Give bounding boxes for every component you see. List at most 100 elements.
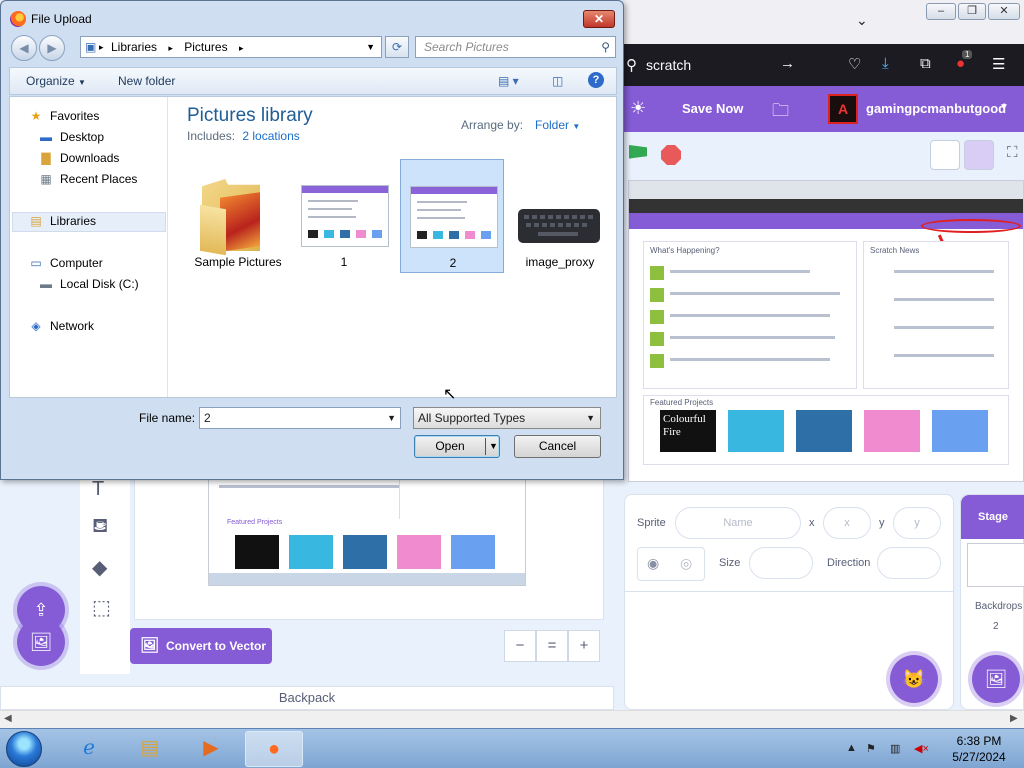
save-now-button[interactable]: Save Now xyxy=(682,101,743,116)
zoom-in-button[interactable]: + xyxy=(568,630,600,662)
extensions-icon[interactable]: ⧉ xyxy=(920,55,931,72)
refresh-button[interactable]: ⟳ xyxy=(385,36,409,58)
horizontal-scrollbar[interactable]: ◀ ▶ xyxy=(0,710,1024,728)
thumb-card xyxy=(481,231,491,239)
nav-favorites[interactable]: ★ Favorites xyxy=(28,109,100,123)
arrange-by-dropdown[interactable]: Folder ▼ xyxy=(535,118,580,132)
nav-network[interactable]: ◈ Network xyxy=(28,319,94,333)
y-field[interactable]: y xyxy=(893,507,941,539)
thumb-title-line: Fire xyxy=(663,426,681,438)
start-button[interactable] xyxy=(6,731,42,767)
help-icon[interactable]: ? xyxy=(588,72,604,88)
scroll-right-icon[interactable]: ▶ xyxy=(1010,713,1018,724)
go-arrow-icon[interactable]: → xyxy=(780,55,795,72)
username[interactable]: gamingpcmanbutgood xyxy=(866,101,1006,116)
open-button[interactable]: Open ▼ xyxy=(414,435,500,458)
sprite-name-field[interactable]: Name xyxy=(675,507,801,539)
internet-explorer-icon[interactable]: ℯ xyxy=(60,731,118,767)
large-stage-button[interactable] xyxy=(964,140,994,170)
clock[interactable]: 6:38 PM 5/27/2024 xyxy=(944,733,1014,765)
file-item-image-proxy[interactable]: image_proxy xyxy=(508,159,612,273)
hide-eye-icon[interactable]: ◎ xyxy=(680,555,692,572)
file-name-input[interactable]: 2 ▼ xyxy=(199,407,401,429)
breadcrumb-pictures[interactable]: Pictures xyxy=(184,40,227,54)
account-caret-icon[interactable]: ▼ xyxy=(999,102,1009,113)
nav-computer[interactable]: ▭ Computer xyxy=(28,256,102,270)
forward-button[interactable]: ▶ xyxy=(39,35,65,61)
open-dropdown-icon[interactable]: ▼ xyxy=(489,436,498,457)
choose-costume-button[interactable]: 🖼 xyxy=(17,618,65,666)
stop-icon[interactable] xyxy=(661,145,681,165)
file-type-select[interactable]: All Supported Types ▼ xyxy=(413,407,601,429)
flag-icon[interactable]: ⚑ xyxy=(866,742,876,755)
address-bar[interactable]: ▣ ▸ Libraries ▸ Pictures ▸ ▼ xyxy=(80,36,382,58)
window-close-button[interactable]: ✕ xyxy=(988,3,1020,20)
my-stuff-folder-icon[interactable]: 🗀 xyxy=(772,98,789,127)
avatar[interactable] xyxy=(828,94,858,124)
show-eye-icon[interactable]: ◉ xyxy=(647,555,659,572)
stage-tab[interactable]: Stage xyxy=(961,495,1024,539)
convert-to-vector-button[interactable]: 🖼 Convert to Vector xyxy=(130,628,272,664)
volume-muted-icon[interactable]: ◀× xyxy=(914,742,929,755)
network-icon: ◈ xyxy=(31,319,41,333)
dialog-close-button[interactable]: ✕ xyxy=(583,10,615,28)
show-hidden-icons[interactable]: ▲ xyxy=(846,742,857,754)
minimize-button[interactable]: – xyxy=(926,3,956,20)
url-bar[interactable]: ⚲ scratch → ♡ ⤓ ⧉ ● 1 ☰ xyxy=(624,44,1024,86)
pocket-icon[interactable]: ♡ xyxy=(848,55,861,73)
select-tool-icon[interactable]: ⬚ xyxy=(92,595,111,620)
nav-local-disk[interactable]: ▬ Local Disk (C:) xyxy=(38,277,139,291)
file-item-sample-pictures[interactable]: Sample Pictures xyxy=(186,159,290,273)
browser-tab-strip: ⌄ – ❐ ✕ xyxy=(624,0,1024,44)
includes-locations-link[interactable]: 2 locations xyxy=(242,129,299,143)
stage-canvas[interactable]: What's Happening? Scratch News Featured … xyxy=(628,180,1024,482)
file-explorer-icon[interactable]: ▤ xyxy=(121,731,179,767)
nav-desktop[interactable]: ▬ Desktop xyxy=(38,130,104,144)
chevron-down-icon[interactable]: ▼ xyxy=(387,408,396,428)
nav-recent-places[interactable]: ▦ Recent Places xyxy=(38,172,137,186)
choose-sprite-button[interactable]: 😺 xyxy=(890,655,938,703)
nav-libraries[interactable]: ▤ Libraries xyxy=(28,214,96,228)
media-player-icon[interactable]: ▶ xyxy=(182,731,240,767)
menu-icon[interactable]: ☰ xyxy=(992,55,1005,73)
stage-shot-navbar xyxy=(629,199,1023,213)
address-dropdown-icon[interactable]: ▼ xyxy=(366,37,375,57)
direction-field[interactable] xyxy=(877,547,941,579)
lightbulb-icon[interactable]: ☀ xyxy=(630,98,646,119)
maximize-button[interactable]: ❐ xyxy=(958,3,986,20)
eraser-tool-icon[interactable]: ◆ xyxy=(92,555,107,580)
x-field[interactable]: x xyxy=(823,507,871,539)
breadcrumb-libraries[interactable]: Libraries xyxy=(111,40,157,54)
downloads-icon[interactable]: ⤓ xyxy=(882,55,889,72)
backpack-bar[interactable]: Backpack xyxy=(0,686,614,710)
fill-tool-icon[interactable]: ⛾ xyxy=(92,515,108,540)
back-button[interactable]: ◀ xyxy=(11,35,37,61)
view-options-icon[interactable]: ▤ ▾ xyxy=(498,74,519,88)
green-flag-icon[interactable] xyxy=(629,145,647,159)
cancel-button[interactable]: Cancel xyxy=(514,435,601,458)
scratch-menu-bar: ☀ Save Now 🗀 gamingpcmanbutgood ▼ xyxy=(624,86,1024,132)
small-stage-button[interactable] xyxy=(930,140,960,170)
size-field[interactable] xyxy=(749,547,813,579)
url-text[interactable]: scratch xyxy=(646,57,691,73)
text-tool-icon[interactable]: T xyxy=(92,478,104,501)
stage-shot-tabs xyxy=(629,181,1023,199)
preview-pane-icon[interactable]: ◫ xyxy=(552,74,563,88)
clock-date: 5/27/2024 xyxy=(952,750,1006,764)
firefox-taskbar-icon[interactable]: ● xyxy=(245,731,303,767)
search-input[interactable]: Search Pictures ⚲ xyxy=(415,36,616,58)
organize-menu[interactable]: Organize ▼ xyxy=(26,74,86,88)
canvas-thumb xyxy=(343,535,387,569)
scroll-left-icon[interactable]: ◀ xyxy=(4,713,12,724)
new-folder-button[interactable]: New folder xyxy=(118,74,175,88)
file-item-2[interactable]: 2 xyxy=(400,159,504,273)
fullscreen-icon[interactable]: ⛶ xyxy=(1007,144,1018,161)
file-item-1[interactable]: 1 xyxy=(292,159,396,273)
nav-downloads[interactable]: ▇ Downloads xyxy=(38,151,119,165)
zoom-reset-button[interactable]: = xyxy=(536,630,568,662)
network-tray-icon[interactable]: ▥ xyxy=(890,742,900,755)
choose-backdrop-button[interactable]: 🖼 xyxy=(972,655,1020,703)
zoom-out-button[interactable]: − xyxy=(504,630,536,662)
tab-list-chevron-icon[interactable]: ⌄ xyxy=(856,12,868,29)
stage-shot-featured-title: Featured Projects xyxy=(650,398,714,407)
